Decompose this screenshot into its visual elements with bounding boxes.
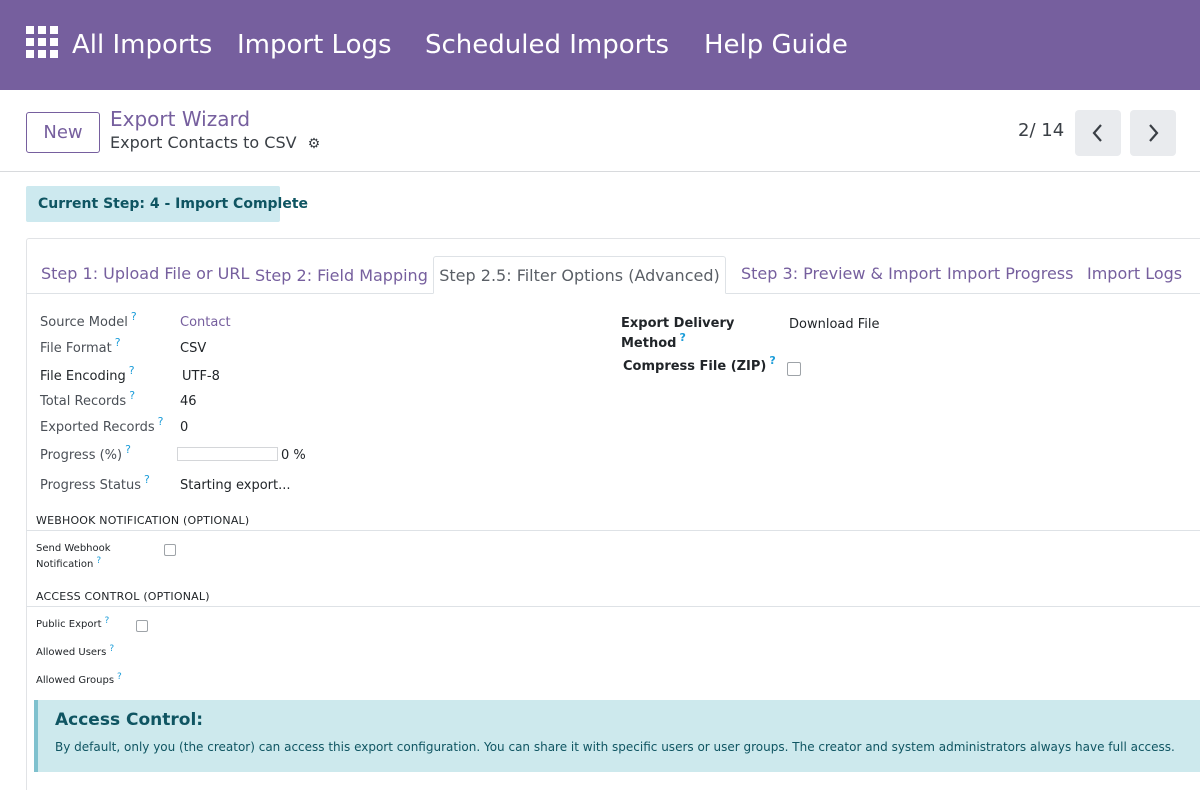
control-panel: New Export Wizard Export Contacts to CSV… <box>0 90 1200 172</box>
apps-grid-icon[interactable] <box>26 26 58 58</box>
help-tooltip-icon[interactable]: ? <box>129 364 135 377</box>
alert-title: Access Control: <box>55 710 204 730</box>
breadcrumb-current: Export Contacts to CSV ⚙ <box>110 133 320 152</box>
help-tooltip-icon[interactable]: ? <box>769 354 775 367</box>
file-format-value[interactable]: CSV <box>180 341 206 356</box>
breadcrumb-parent[interactable]: Export Wizard <box>110 107 250 131</box>
pager-next-button[interactable] <box>1130 110 1176 156</box>
delivery-method-label: Export Delivery Method? <box>621 316 735 351</box>
progress-status-value: Starting export... <box>180 478 291 493</box>
tab-import-logs[interactable]: Import Logs <box>1087 264 1182 283</box>
tab-step-3-preview-import[interactable]: Step 3: Preview & Import <box>741 264 941 283</box>
file-format-label: File Format? <box>40 336 121 356</box>
help-tooltip-icon[interactable]: ? <box>109 644 114 654</box>
help-tooltip-icon[interactable]: ? <box>129 389 135 402</box>
nav-item-help-guide[interactable]: Help Guide <box>704 28 848 62</box>
help-tooltip-icon[interactable]: ? <box>144 473 150 486</box>
section-divider <box>26 530 1200 531</box>
nav-item-scheduled-imports[interactable]: Scheduled Imports <box>425 28 669 62</box>
tab-step-2-field-mapping[interactable]: Step 2: Field Mapping <box>255 266 428 285</box>
top-navbar: All Imports Import Logs Scheduled Import… <box>0 0 1200 90</box>
send-webhook-checkbox[interactable] <box>164 544 176 556</box>
progress-label: Progress (%)? <box>40 443 131 463</box>
gear-icon[interactable]: ⚙ <box>308 136 321 152</box>
access-control-info-alert: Access Control: By default, only you (th… <box>34 700 1200 772</box>
progress-bar <box>177 447 278 461</box>
tab-step-1-upload[interactable]: Step 1: Upload File or URL <box>41 264 249 283</box>
record-title: Export Contacts to CSV <box>110 133 297 152</box>
exported-records-label: Exported Records? <box>40 415 164 435</box>
section-divider <box>26 606 1200 607</box>
progress-status-label: Progress Status? <box>40 473 150 493</box>
help-tooltip-icon[interactable]: ? <box>115 336 121 349</box>
send-webhook-label: Send Webhook Notification? <box>36 543 111 570</box>
exported-records-value: 0 <box>180 420 189 435</box>
total-records-value: 46 <box>180 394 197 409</box>
new-button[interactable]: New <box>26 112 100 153</box>
help-tooltip-icon[interactable]: ? <box>679 331 685 344</box>
source-model-label: Source Model? <box>40 310 137 330</box>
nav-item-import-logs[interactable]: Import Logs <box>237 28 392 62</box>
access-control-section-title: ACCESS CONTROL (OPTIONAL) <box>36 590 210 603</box>
compress-zip-checkbox[interactable] <box>787 362 801 376</box>
pager-previous-button[interactable] <box>1075 110 1121 156</box>
nav-item-all-imports[interactable]: All Imports <box>72 28 212 62</box>
help-tooltip-icon[interactable]: ? <box>96 556 101 566</box>
help-tooltip-icon[interactable]: ? <box>158 415 164 428</box>
help-tooltip-icon[interactable]: ? <box>117 672 122 682</box>
help-tooltip-icon[interactable]: ? <box>131 310 137 323</box>
allowed-users-label: Allowed Users? <box>36 644 115 658</box>
help-tooltip-icon[interactable]: ? <box>105 616 110 626</box>
source-model-value[interactable]: Contact <box>180 315 231 330</box>
alert-body: By default, only you (the creator) can a… <box>55 740 1175 754</box>
compress-zip-label: Compress File (ZIP)? <box>623 354 776 374</box>
current-step-badge: Current Step: 4 - Import Complete <box>26 186 308 222</box>
help-tooltip-icon[interactable]: ? <box>125 443 131 456</box>
file-encoding-label: File Encoding? <box>40 364 135 384</box>
tab-step-2-5-filter-options[interactable]: Step 2.5: Filter Options (Advanced) <box>433 256 726 294</box>
public-export-label: Public Export? <box>36 616 110 630</box>
file-encoding-value[interactable]: UTF-8 <box>182 369 220 384</box>
chevron-right-icon <box>1149 124 1159 142</box>
total-records-label: Total Records? <box>40 389 136 409</box>
delivery-method-value[interactable]: Download File <box>789 317 880 332</box>
pager-value[interactable]: 2/ 14 <box>1018 120 1064 141</box>
progress-value: 0 % <box>281 448 306 463</box>
tab-import-progress[interactable]: Import Progress <box>947 264 1073 283</box>
webhook-section-title: WEBHOOK NOTIFICATION (OPTIONAL) <box>36 514 250 527</box>
allowed-groups-label: Allowed Groups? <box>36 672 122 686</box>
chevron-left-icon <box>1092 124 1102 142</box>
public-export-checkbox[interactable] <box>136 620 148 632</box>
